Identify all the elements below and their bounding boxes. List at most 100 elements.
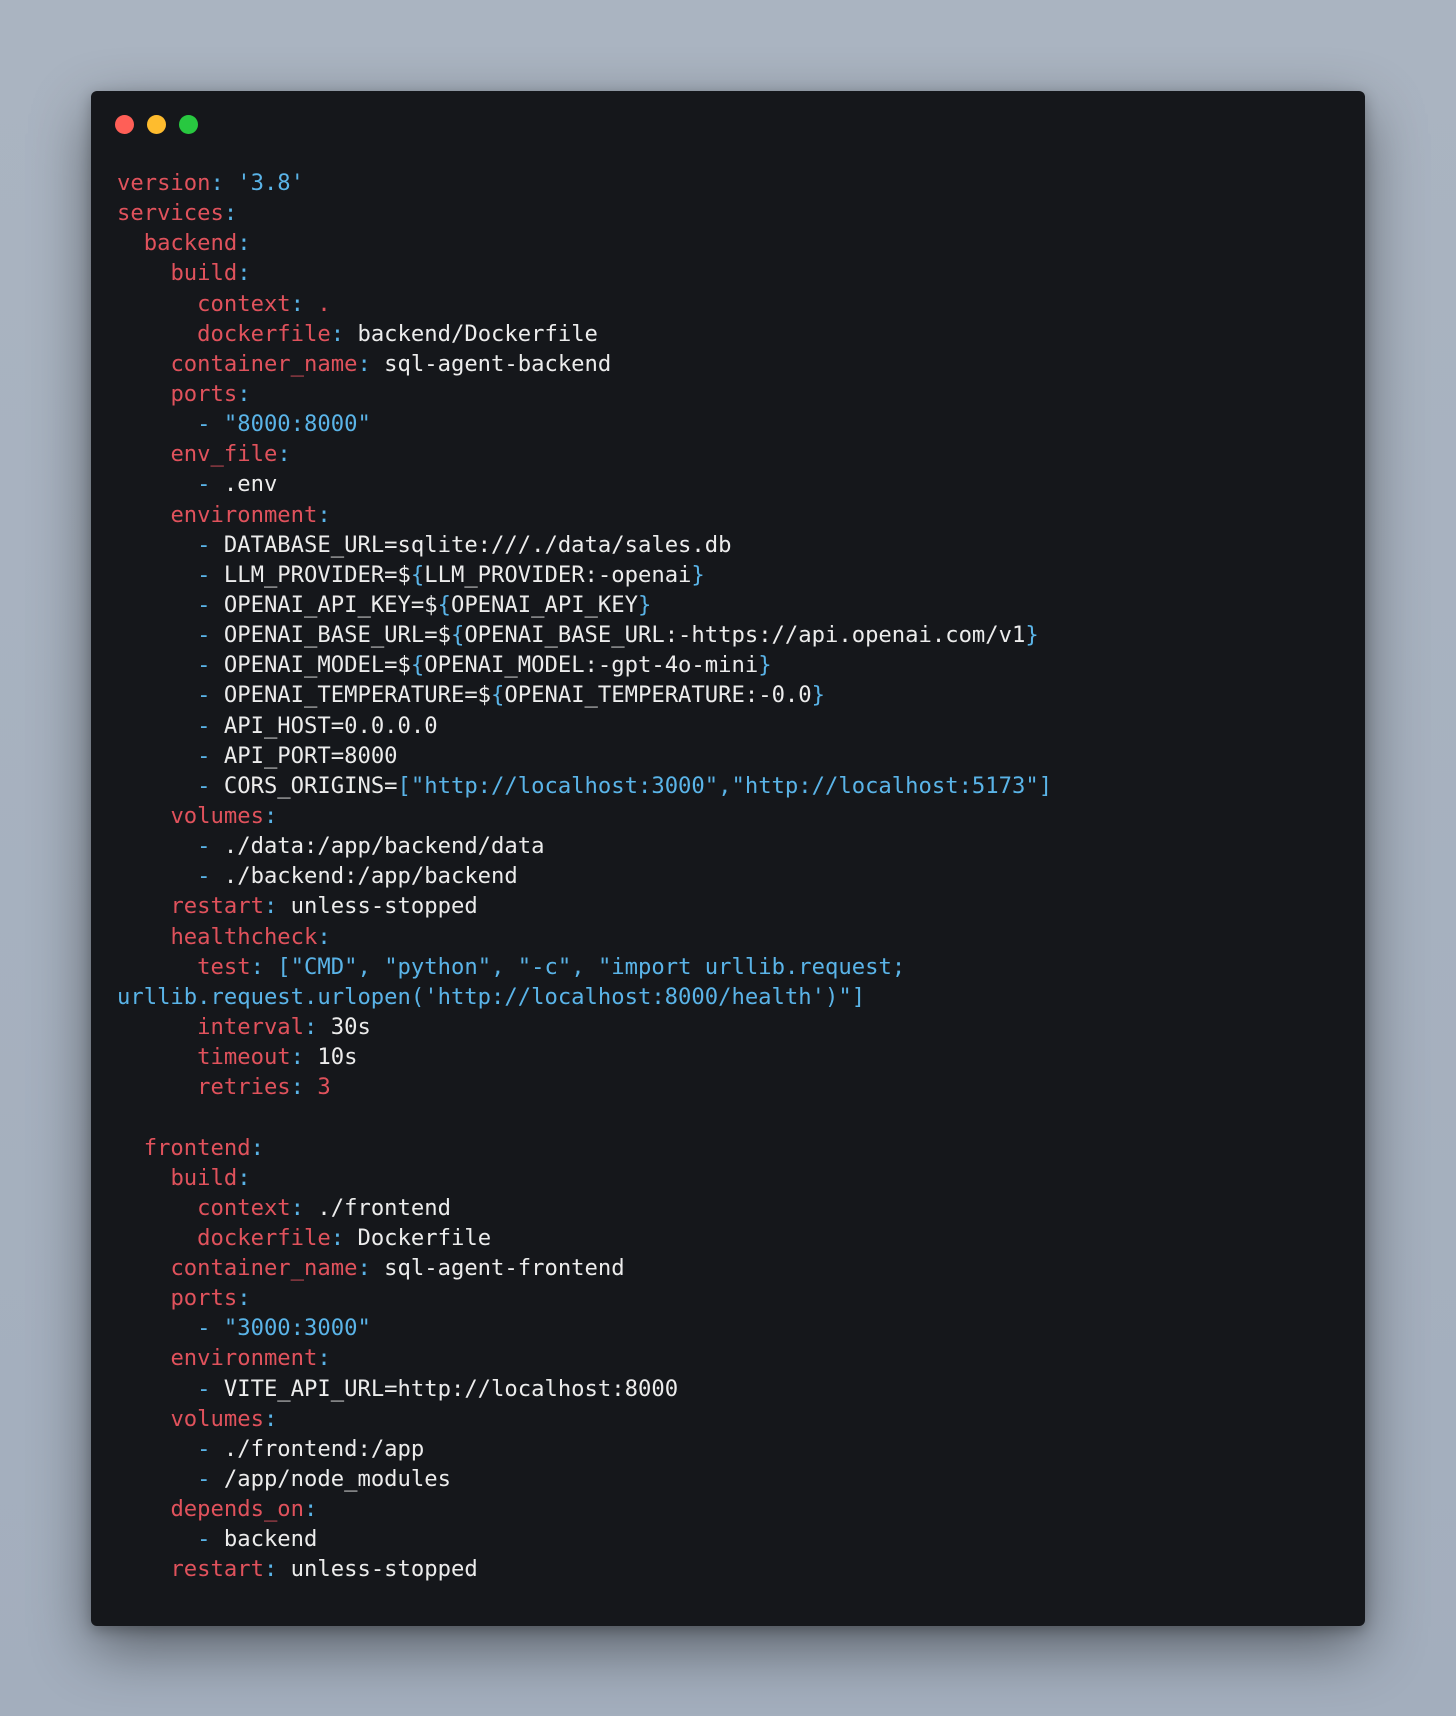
maximize-button[interactable] [179,115,198,134]
code-token: test [197,953,251,980]
code-line: - DATABASE_URL=sqlite:///./data/sales.db [117,530,1345,560]
code-token: { [491,682,505,709]
code-line: - OPENAI_MODEL=${OPENAI_MODEL:-gpt-4o-mi… [117,650,1345,680]
code-token: env_file [170,441,278,468]
code-line: - API_HOST=0.0.0.0 [117,711,1345,741]
code-token: sql-agent-backend [384,350,612,377]
code-line: - OPENAI_TEMPERATURE=${OPENAI_TEMPERATUR… [117,680,1345,710]
code-token: - [197,561,224,588]
code-token: .env [223,471,278,498]
code-token: 10s [317,1044,358,1071]
code-line: context: ./frontend [117,1193,1345,1223]
code-line: build: [117,1163,1345,1193]
code-line: container_name: sql-agent-frontend [117,1253,1345,1283]
code-token: "http://localhost:5173" [731,772,1039,799]
code-line: depends_on: [117,1494,1345,1524]
code-line: volumes: [117,801,1345,831]
code-token: : [317,923,331,950]
minimize-button[interactable] [147,115,166,134]
code-token: , [491,953,518,980]
code-token: : [263,893,291,920]
code-line: - OPENAI_API_KEY=${OPENAI_API_KEY} [117,590,1345,620]
code-token: OPENAI_BASE_URL:-https://api.openai.com/… [464,622,1026,649]
code-token: : [304,1496,318,1523]
code-block: version: '3.8' services: backend: build: … [117,168,1345,1585]
code-token: : [277,441,291,468]
code-token: : [357,350,385,377]
code-line: - /app/node_modules [117,1464,1345,1494]
code-token: OPENAI_TEMPERATURE=$ [223,682,492,709]
code-token: urllib.request.urlopen('http://localhost… [117,983,852,1010]
code-token: retries [197,1074,291,1101]
code-line: frontend: [117,1133,1345,1163]
code-line: - CORS_ORIGINS=["http://localhost:3000",… [117,771,1345,801]
code-line: test: ["CMD", "python", "-c", "import ur… [117,952,1345,982]
code-token: ports [170,1285,238,1312]
code-line: build: [117,258,1345,288]
code-token: - [197,833,224,860]
code-token: : [237,1164,251,1191]
code-line: environment: [117,500,1345,530]
code-token: { [410,561,425,588]
code-line: restart: unless-stopped [117,891,1345,921]
code-token: backend [223,1526,318,1553]
code-token: [ [397,772,411,799]
code-line: backend: [117,228,1345,258]
code-line: - ./data:/app/backend/data [117,831,1345,861]
code-token: : [330,320,358,347]
code-token: volumes [170,802,264,829]
code-token: container_name [170,1255,358,1282]
code-token: - [197,742,224,769]
code-line: restart: unless-stopped [117,1554,1345,1584]
code-token: backend/Dockerfile [357,320,598,347]
code-token: : [290,1194,318,1221]
code-token: : [290,1044,318,1071]
code-token: : [223,200,238,227]
code-token: : [317,501,331,528]
code-token: : [250,1134,264,1161]
code-token: : [ [250,953,291,980]
code-token: context [197,1194,291,1221]
code-token: OPENAI_BASE_URL=$ [223,622,451,649]
code-token: . [317,290,331,317]
code-line: env_file: [117,439,1345,469]
code-token: - [197,531,224,558]
code-token: { [450,622,465,649]
code-token: : [210,170,238,196]
code-token: - [197,1466,224,1493]
code-line: - ./backend:/app/backend [117,861,1345,891]
code-token: "import urllib.request; [597,953,906,980]
code-token: } [637,591,652,618]
code-line: urllib.request.urlopen('http://localhost… [117,982,1345,1012]
close-button[interactable] [115,115,134,134]
code-line: - "3000:3000" [117,1313,1345,1343]
code-line: context: . [117,289,1345,319]
code-token: "python" [384,953,492,980]
code-token: interval [197,1013,305,1040]
code-token: LLM_PROVIDER:-openai [424,561,692,588]
code-token: - [197,1375,224,1402]
code-token: environment [170,1345,318,1372]
code-token: , [357,953,385,980]
code-token: sql-agent-frontend [384,1255,625,1282]
code-line: - OPENAI_BASE_URL=${OPENAI_BASE_URL:-htt… [117,620,1345,650]
code-token: "3000:3000" [223,1315,371,1342]
